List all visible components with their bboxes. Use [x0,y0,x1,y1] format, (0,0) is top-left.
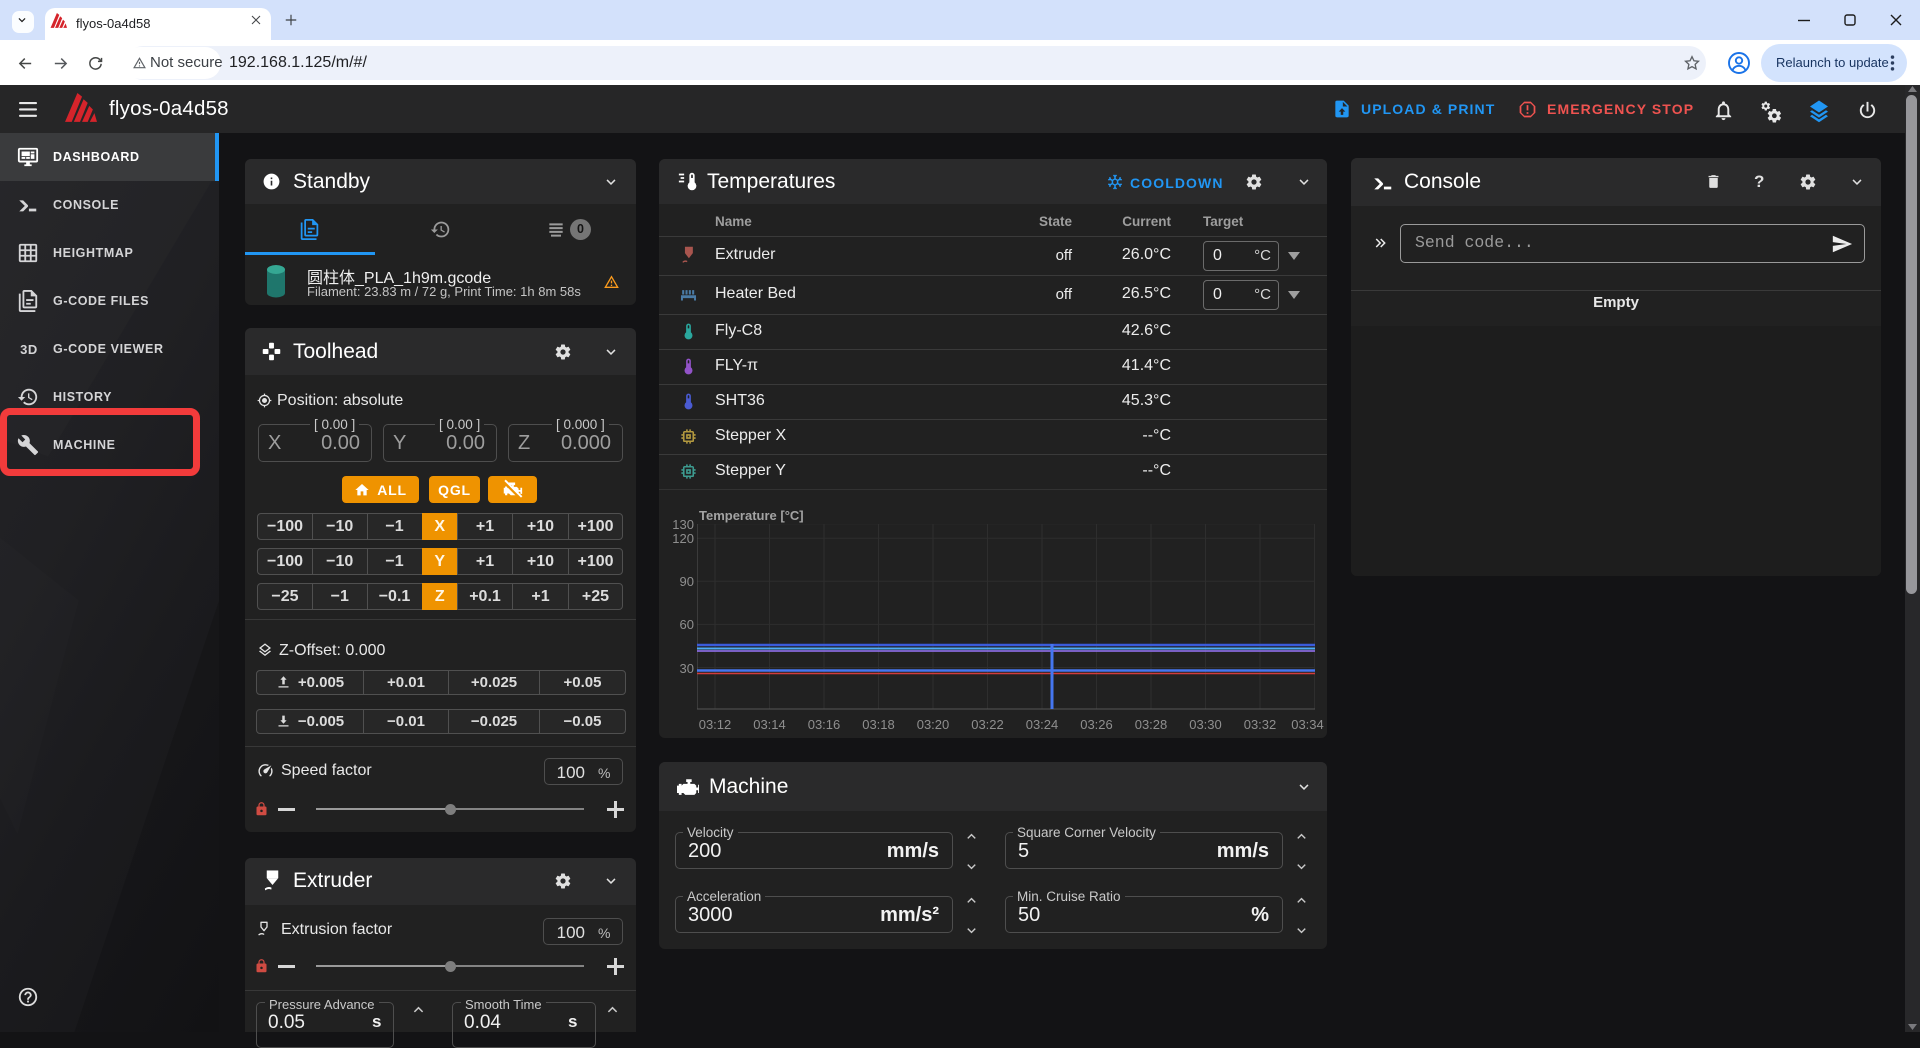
svg-text:3D: 3D [20,342,38,357]
